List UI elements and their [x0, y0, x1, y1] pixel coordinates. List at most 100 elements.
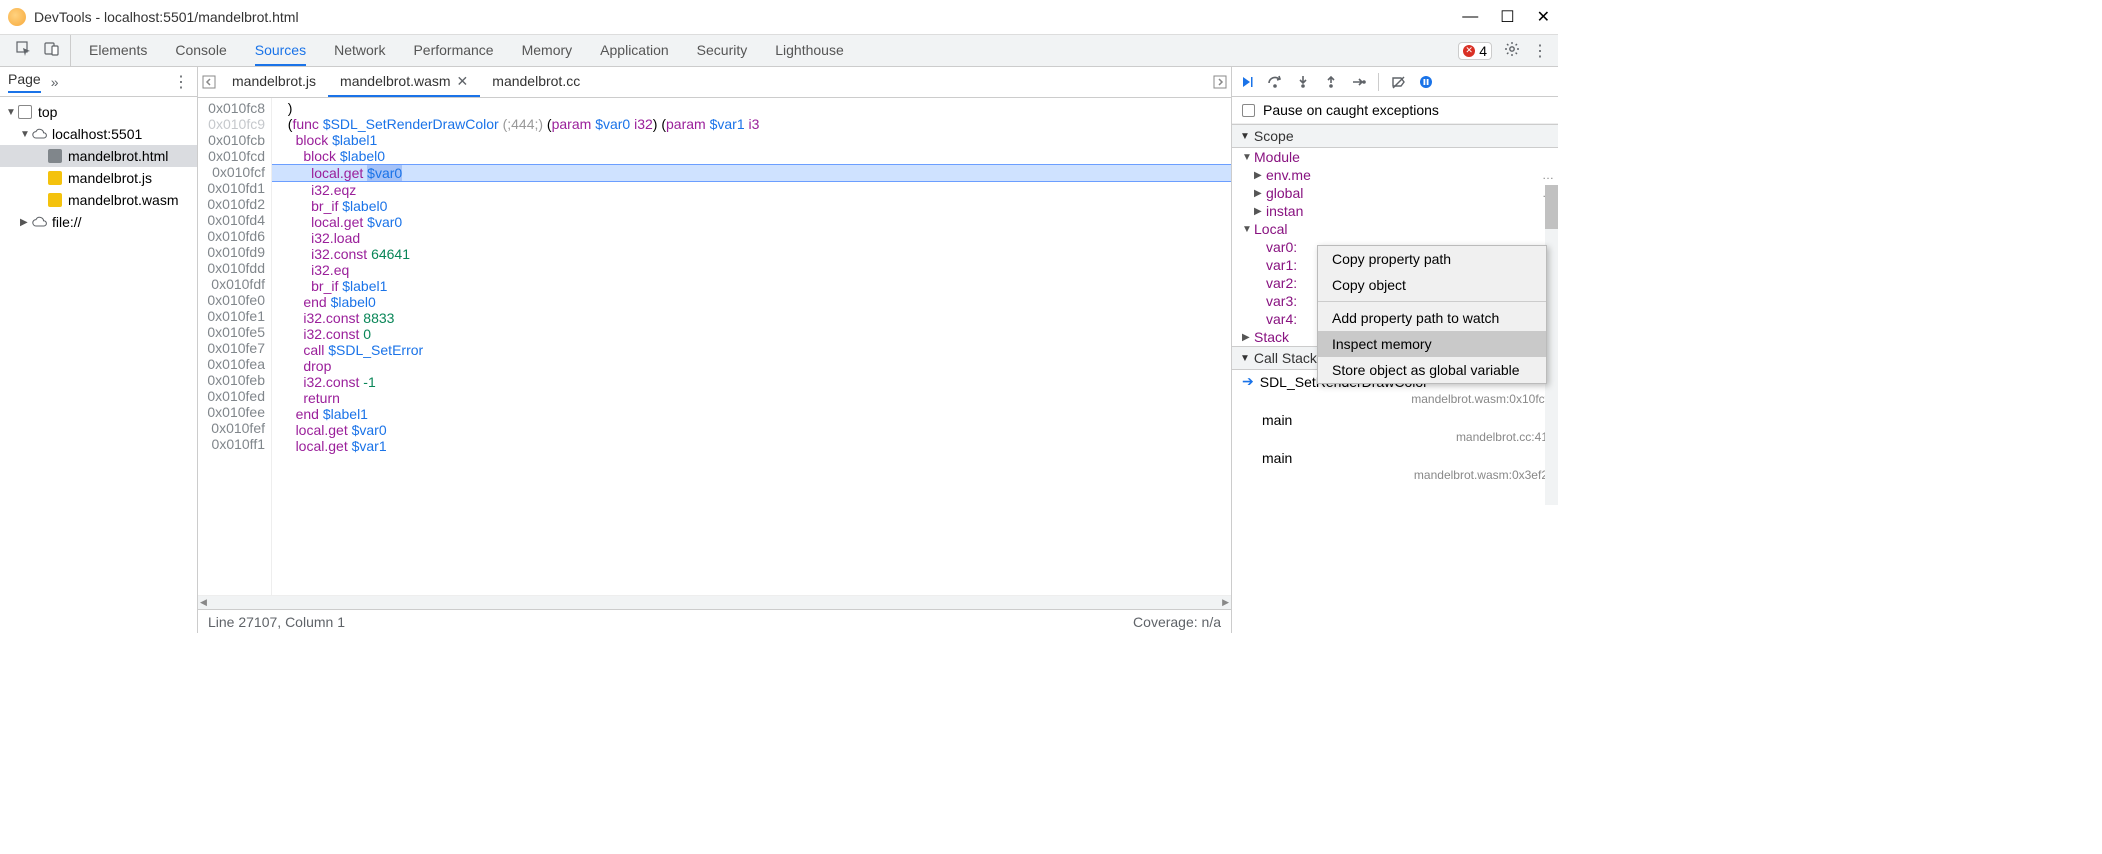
panel-tab-sources[interactable]: Sources — [255, 35, 306, 66]
error-count-badge[interactable]: ✕ 4 — [1458, 42, 1492, 60]
scope-module-item[interactable]: ▶global… — [1232, 184, 1558, 202]
error-icon: ✕ — [1463, 45, 1475, 57]
window-title: DevTools - localhost:5501/mandelbrot.htm… — [34, 9, 1462, 25]
code-line[interactable]: return — [272, 390, 1231, 406]
editor-tabs: mandelbrot.jsmandelbrot.wasm✕mandelbrot.… — [198, 67, 1231, 98]
pause-on-exceptions-checkbox[interactable] — [1242, 104, 1255, 117]
callstack-frame[interactable]: mainmandelbrot.cc:41 — [1232, 409, 1558, 447]
context-menu-item[interactable]: Inspect memory — [1318, 331, 1546, 357]
editor-tab[interactable]: mandelbrot.cc — [480, 67, 592, 97]
editor-tab[interactable]: mandelbrot.js — [220, 67, 328, 97]
context-menu-item[interactable]: Copy property path — [1318, 246, 1546, 272]
panel-tab-elements[interactable]: Elements — [89, 35, 147, 66]
code-line[interactable]: block $label1 — [272, 132, 1231, 148]
code-line[interactable]: i32.const 0 — [272, 326, 1231, 342]
file-icon — [48, 149, 62, 163]
cloud-icon — [32, 216, 48, 228]
editor-area: mandelbrot.jsmandelbrot.wasm✕mandelbrot.… — [198, 67, 1232, 633]
panel-tab-security[interactable]: Security — [697, 35, 748, 66]
deactivate-breakpoints-icon[interactable] — [1389, 73, 1407, 91]
code-line[interactable]: br_if $label1 — [272, 278, 1231, 294]
code-line[interactable]: i32.load — [272, 230, 1231, 246]
sources-sidebar: Page » ⋮ ▼ top ▼ localhost:5501 mandelbr… — [0, 67, 198, 633]
debugger-toolbar — [1232, 67, 1558, 97]
context-menu-item[interactable]: Add property path to watch — [1318, 305, 1546, 331]
settings-gear-icon[interactable] — [1504, 41, 1520, 60]
editor-tab[interactable]: mandelbrot.wasm✕ — [328, 67, 480, 97]
nav-forward-icon[interactable] — [1209, 67, 1231, 97]
step-out-icon[interactable] — [1322, 73, 1340, 91]
window-icon — [18, 105, 32, 119]
code-line[interactable]: br_if $label0 — [272, 198, 1231, 214]
panel-tab-performance[interactable]: Performance — [413, 35, 493, 66]
cloud-icon — [32, 128, 48, 140]
more-menu-icon[interactable]: ⋮ — [1532, 41, 1548, 61]
cursor-position: Line 27107, Column 1 — [208, 614, 1133, 630]
code-line[interactable]: end $label0 — [272, 294, 1231, 310]
code-line[interactable]: block $label0 — [272, 148, 1231, 164]
nav-back-icon[interactable] — [198, 67, 220, 97]
tree-file-scheme[interactable]: ▶ file:// — [0, 211, 197, 233]
minimize-button[interactable]: — — [1462, 8, 1478, 26]
tree-file-wasm[interactable]: mandelbrot.wasm — [0, 189, 197, 211]
scope-module-row[interactable]: ▼Module — [1232, 148, 1558, 166]
maximize-button[interactable]: ☐ — [1500, 7, 1514, 27]
device-toolbar-icon[interactable] — [44, 41, 60, 60]
panel-tab-application[interactable]: Application — [600, 35, 669, 66]
scope-section-head[interactable]: ▼Scope — [1232, 124, 1558, 148]
code-line[interactable]: i32.const -1 — [272, 374, 1231, 390]
devtools-icon — [8, 8, 26, 26]
tree-file-js[interactable]: mandelbrot.js — [0, 167, 197, 189]
file-icon — [48, 193, 62, 207]
code-line[interactable]: i32.eq — [272, 262, 1231, 278]
sidebar-menu-icon[interactable]: ⋮ — [173, 72, 189, 92]
scope-module-item[interactable]: ▶env.me… — [1232, 166, 1558, 184]
close-tab-icon[interactable]: ✕ — [457, 73, 469, 90]
code-line[interactable]: (func $SDL_SetRenderDrawColor (;444;) (p… — [272, 116, 1231, 132]
scope-local-row[interactable]: ▼Local — [1232, 220, 1558, 238]
panel-tab-network[interactable]: Network — [334, 35, 385, 66]
code-line[interactable]: local.get $var1 — [272, 438, 1231, 454]
active-frame-icon: ➔ — [1242, 373, 1254, 390]
code-line[interactable]: local.get $var0 — [272, 214, 1231, 230]
code-line[interactable]: i32.const 64641 — [272, 246, 1231, 262]
context-menu-item[interactable]: Store object as global variable — [1318, 357, 1546, 383]
code-line[interactable]: ) — [272, 100, 1231, 116]
tree-file-html[interactable]: mandelbrot.html — [0, 145, 197, 167]
error-count-text: 4 — [1479, 43, 1487, 59]
pause-on-exceptions-row[interactable]: Pause on caught exceptions — [1232, 97, 1558, 124]
code-line[interactable]: end $label1 — [272, 406, 1231, 422]
code-line[interactable]: drop — [272, 358, 1231, 374]
step-icon[interactable] — [1350, 73, 1368, 91]
code-line[interactable]: call $SDL_SetError — [272, 342, 1231, 358]
window-controls: — ☐ ✕ — [1462, 7, 1550, 27]
window-titlebar: DevTools - localhost:5501/mandelbrot.htm… — [0, 0, 1558, 35]
tree-top[interactable]: ▼ top — [0, 101, 197, 123]
horizontal-scrollbar[interactable] — [198, 595, 1231, 609]
more-tabs-icon[interactable]: » — [51, 74, 59, 90]
file-tree: ▼ top ▼ localhost:5501 mandelbrot.html m… — [0, 97, 197, 237]
tree-origin[interactable]: ▼ localhost:5501 — [0, 123, 197, 145]
inspect-element-icon[interactable] — [16, 41, 32, 60]
panel-tab-console[interactable]: Console — [175, 35, 226, 66]
devtools-toolbar: Elements Console Sources Network Performance… — [0, 35, 1558, 67]
scope-module-item[interactable]: ▶instan — [1232, 202, 1558, 220]
pause-exceptions-icon[interactable] — [1417, 73, 1435, 91]
panel-tab-lighthouse[interactable]: Lighthouse — [775, 35, 844, 66]
panel-tab-memory[interactable]: Memory — [522, 35, 573, 66]
step-into-icon[interactable] — [1294, 73, 1312, 91]
code-line[interactable]: local.get $var0 — [272, 164, 1231, 182]
step-over-icon[interactable] — [1266, 73, 1284, 91]
context-menu: Copy property pathCopy object Add propert… — [1317, 245, 1547, 384]
close-button[interactable]: ✕ — [1537, 7, 1550, 27]
resume-icon[interactable] — [1238, 73, 1256, 91]
page-tab[interactable]: Page — [8, 71, 41, 93]
gutter: 0x010fc80x010fc90x010fcb0x010fcd0x010fcf… — [198, 98, 272, 595]
editor-status-bar: Line 27107, Column 1 Coverage: n/a — [198, 609, 1231, 633]
callstack-frame[interactable]: mainmandelbrot.wasm:0x3ef2 — [1232, 447, 1558, 485]
code-line[interactable]: i32.eqz — [272, 182, 1231, 198]
code-line[interactable]: local.get $var0 — [272, 422, 1231, 438]
context-menu-item[interactable]: Copy object — [1318, 272, 1546, 298]
code-line[interactable]: i32.const 8833 — [272, 310, 1231, 326]
code-editor[interactable]: ) (func $SDL_SetRenderDrawColor (;444;) … — [272, 98, 1231, 595]
